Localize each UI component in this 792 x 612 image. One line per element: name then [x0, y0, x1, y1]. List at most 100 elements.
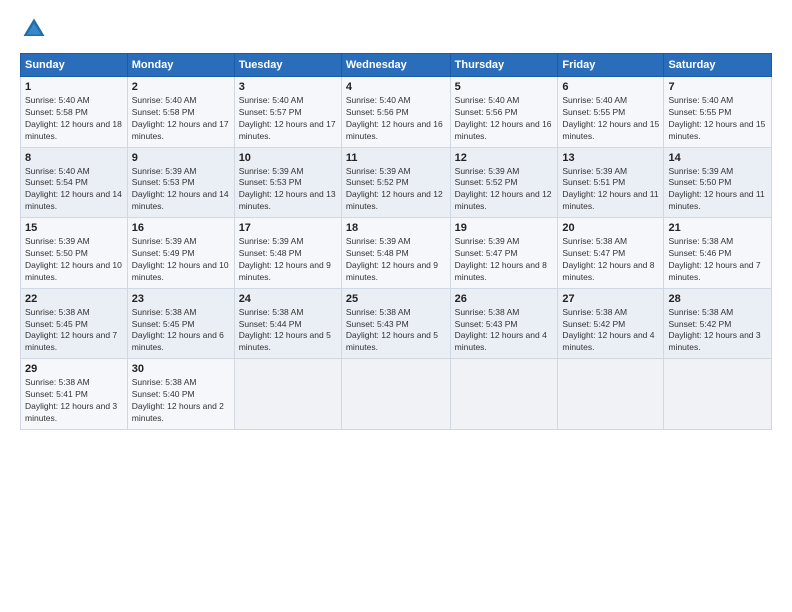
day-info: Sunrise: 5:38 AMSunset: 5:46 PMDaylight:… — [668, 236, 767, 284]
day-number: 4 — [346, 81, 446, 93]
week-row-4: 22 Sunrise: 5:38 AMSunset: 5:45 PMDayligh… — [21, 288, 772, 359]
day-cell: 16 Sunrise: 5:39 AMSunset: 5:49 PMDayligh… — [127, 218, 234, 289]
day-number: 6 — [562, 81, 659, 93]
day-number: 2 — [132, 81, 230, 93]
day-info: Sunrise: 5:40 AMSunset: 5:55 PMDaylight:… — [562, 95, 659, 143]
day-info: Sunrise: 5:38 AMSunset: 5:40 PMDaylight:… — [132, 377, 230, 425]
day-cell: 21 Sunrise: 5:38 AMSunset: 5:46 PMDayligh… — [664, 218, 772, 289]
day-number: 7 — [668, 81, 767, 93]
day-number: 25 — [346, 293, 446, 305]
day-info: Sunrise: 5:40 AMSunset: 5:58 PMDaylight:… — [25, 95, 123, 143]
day-cell: 10Sunrise: 5:39 AMSunset: 5:53 PMDayligh… — [234, 147, 341, 218]
day-cell: 2 Sunrise: 5:40 AMSunset: 5:58 PMDaylight… — [127, 77, 234, 148]
day-info: Sunrise: 5:40 AMSunset: 5:55 PMDaylight:… — [668, 95, 767, 143]
calendar-table: SundayMondayTuesdayWednesdayThursdayFrid… — [20, 53, 772, 430]
col-header-thursday: Thursday — [450, 54, 558, 77]
day-cell: 12Sunrise: 5:39 AMSunset: 5:52 PMDayligh… — [450, 147, 558, 218]
col-header-monday: Monday — [127, 54, 234, 77]
day-cell: 20 Sunrise: 5:38 AMSunset: 5:47 PMDayligh… — [558, 218, 664, 289]
day-number: 21 — [668, 222, 767, 234]
day-cell — [234, 359, 341, 430]
day-cell: 24 Sunrise: 5:38 AMSunset: 5:44 PMDayligh… — [234, 288, 341, 359]
day-info: Sunrise: 5:39 AMSunset: 5:53 PMDaylight:… — [132, 166, 230, 214]
day-number: 3 — [239, 81, 337, 93]
day-info: Sunrise: 5:39 AMSunset: 5:49 PMDaylight:… — [132, 236, 230, 284]
day-cell: 25Sunrise: 5:38 AMSunset: 5:43 PMDayligh… — [341, 288, 450, 359]
header — [20, 15, 772, 43]
day-number: 30 — [132, 363, 230, 375]
day-cell — [341, 359, 450, 430]
day-number: 28 — [668, 293, 767, 305]
week-row-1: 1 Sunrise: 5:40 AMSunset: 5:58 PMDaylight… — [21, 77, 772, 148]
day-number: 19 — [455, 222, 554, 234]
day-number: 15 — [25, 222, 123, 234]
day-cell: 17 Sunrise: 5:39 AMSunset: 5:48 PMDayligh… — [234, 218, 341, 289]
week-row-3: 15 Sunrise: 5:39 AMSunset: 5:50 PMDayligh… — [21, 218, 772, 289]
logo-icon — [20, 15, 48, 43]
day-number: 9 — [132, 152, 230, 164]
day-info: Sunrise: 5:39 AMSunset: 5:50 PMDaylight:… — [25, 236, 123, 284]
day-info: Sunrise: 5:38 AMSunset: 5:47 PMDaylight:… — [562, 236, 659, 284]
day-info: Sunrise: 5:38 AMSunset: 5:45 PMDaylight:… — [132, 307, 230, 355]
day-info: Sunrise: 5:38 AMSunset: 5:42 PMDaylight:… — [668, 307, 767, 355]
day-number: 22 — [25, 293, 123, 305]
day-cell — [450, 359, 558, 430]
day-cell: 27 Sunrise: 5:38 AMSunset: 5:42 PMDayligh… — [558, 288, 664, 359]
day-info: Sunrise: 5:38 AMSunset: 5:41 PMDaylight:… — [25, 377, 123, 425]
day-info: Sunrise: 5:38 AMSunset: 5:43 PMDaylight:… — [455, 307, 554, 355]
day-number: 1 — [25, 81, 123, 93]
day-number: 27 — [562, 293, 659, 305]
day-info: Sunrise: 5:38 AMSunset: 5:42 PMDaylight:… — [562, 307, 659, 355]
day-cell: 8 Sunrise: 5:40 AMSunset: 5:54 PMDaylight… — [21, 147, 128, 218]
day-number: 20 — [562, 222, 659, 234]
day-cell: 18 Sunrise: 5:39 AMSunset: 5:48 PMDayligh… — [341, 218, 450, 289]
logo — [20, 15, 52, 43]
day-cell: 19 Sunrise: 5:39 AMSunset: 5:47 PMDayligh… — [450, 218, 558, 289]
day-cell: 9 Sunrise: 5:39 AMSunset: 5:53 PMDaylight… — [127, 147, 234, 218]
page: SundayMondayTuesdayWednesdayThursdayFrid… — [0, 0, 792, 612]
day-info: Sunrise: 5:39 AMSunset: 5:48 PMDaylight:… — [346, 236, 446, 284]
col-header-tuesday: Tuesday — [234, 54, 341, 77]
day-number: 18 — [346, 222, 446, 234]
day-cell: 4 Sunrise: 5:40 AMSunset: 5:56 PMDaylight… — [341, 77, 450, 148]
header-row: SundayMondayTuesdayWednesdayThursdayFrid… — [21, 54, 772, 77]
day-info: Sunrise: 5:39 AMSunset: 5:47 PMDaylight:… — [455, 236, 554, 284]
day-number: 24 — [239, 293, 337, 305]
day-cell: 3 Sunrise: 5:40 AMSunset: 5:57 PMDaylight… — [234, 77, 341, 148]
day-info: Sunrise: 5:40 AMSunset: 5:58 PMDaylight:… — [132, 95, 230, 143]
day-info: Sunrise: 5:39 AMSunset: 5:50 PMDaylight:… — [668, 166, 767, 214]
day-cell: 5Sunrise: 5:40 AMSunset: 5:56 PMDaylight… — [450, 77, 558, 148]
day-cell: 30 Sunrise: 5:38 AMSunset: 5:40 PMDayligh… — [127, 359, 234, 430]
day-number: 14 — [668, 152, 767, 164]
day-number: 29 — [25, 363, 123, 375]
week-row-5: 29 Sunrise: 5:38 AMSunset: 5:41 PMDayligh… — [21, 359, 772, 430]
day-cell: 22 Sunrise: 5:38 AMSunset: 5:45 PMDayligh… — [21, 288, 128, 359]
day-cell: 1 Sunrise: 5:40 AMSunset: 5:58 PMDaylight… — [21, 77, 128, 148]
day-info: Sunrise: 5:40 AMSunset: 5:56 PMDaylight:… — [346, 95, 446, 143]
col-header-friday: Friday — [558, 54, 664, 77]
day-number: 17 — [239, 222, 337, 234]
day-number: 8 — [25, 152, 123, 164]
day-cell — [664, 359, 772, 430]
day-cell: 7 Sunrise: 5:40 AMSunset: 5:55 PMDaylight… — [664, 77, 772, 148]
day-info: Sunrise: 5:38 AMSunset: 5:45 PMDaylight:… — [25, 307, 123, 355]
day-info: Sunrise: 5:38 AMSunset: 5:44 PMDaylight:… — [239, 307, 337, 355]
col-header-sunday: Sunday — [21, 54, 128, 77]
day-info: Sunrise: 5:40 AMSunset: 5:54 PMDaylight:… — [25, 166, 123, 214]
day-cell: 6 Sunrise: 5:40 AMSunset: 5:55 PMDaylight… — [558, 77, 664, 148]
day-info: Sunrise: 5:39 AMSunset: 5:52 PMDaylight:… — [346, 166, 446, 214]
day-cell: 29 Sunrise: 5:38 AMSunset: 5:41 PMDayligh… — [21, 359, 128, 430]
col-header-saturday: Saturday — [664, 54, 772, 77]
day-number: 16 — [132, 222, 230, 234]
day-cell: 15 Sunrise: 5:39 AMSunset: 5:50 PMDayligh… — [21, 218, 128, 289]
day-number: 12 — [455, 152, 554, 164]
day-cell: 13Sunrise: 5:39 AMSunset: 5:51 PMDayligh… — [558, 147, 664, 218]
week-row-2: 8 Sunrise: 5:40 AMSunset: 5:54 PMDaylight… — [21, 147, 772, 218]
day-info: Sunrise: 5:39 AMSunset: 5:48 PMDaylight:… — [239, 236, 337, 284]
day-cell: 11Sunrise: 5:39 AMSunset: 5:52 PMDayligh… — [341, 147, 450, 218]
day-info: Sunrise: 5:39 AMSunset: 5:51 PMDaylight:… — [562, 166, 659, 214]
day-info: Sunrise: 5:40 AMSunset: 5:57 PMDaylight:… — [239, 95, 337, 143]
day-info: Sunrise: 5:40 AMSunset: 5:56 PMDaylight:… — [455, 95, 554, 143]
col-header-wednesday: Wednesday — [341, 54, 450, 77]
day-number: 26 — [455, 293, 554, 305]
